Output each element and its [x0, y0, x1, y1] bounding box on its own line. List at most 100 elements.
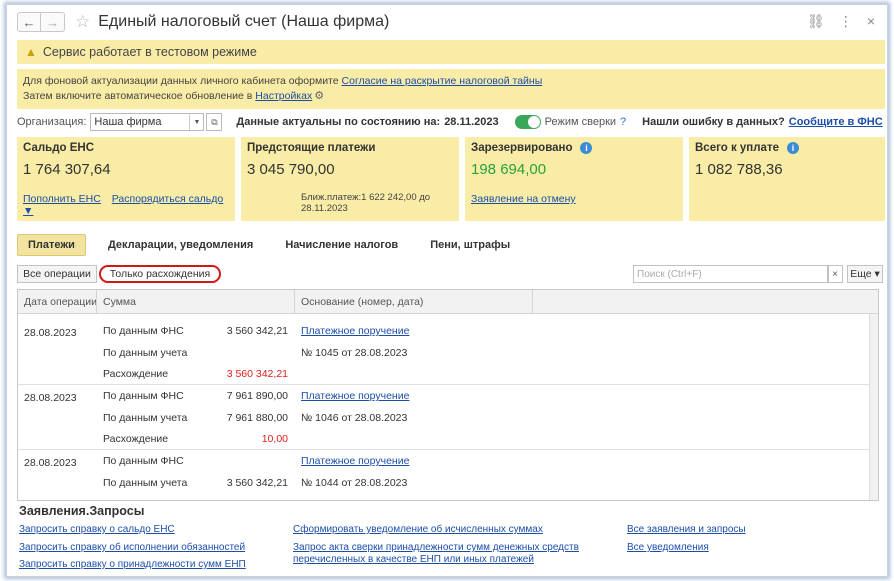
- test-mode-banner: ▲ Сервис работает в тестовом режиме: [17, 40, 885, 64]
- only-discrepancies-button[interactable]: Только расхождения: [99, 265, 221, 283]
- total-title-row: Всего к уплате i: [695, 142, 879, 154]
- top-up-link[interactable]: Пополнить ЕНС: [23, 193, 101, 205]
- row-line: По данным ФНС 3 560 342,21: [103, 325, 288, 339]
- nearest-payment-note: Ближ.платеж:1 622 242,00 до 28.11.2023: [301, 192, 431, 214]
- col-separator: [532, 290, 533, 314]
- line-amount: 7 961 890,00: [226, 390, 288, 402]
- line-amount: 3 560 342,21: [226, 477, 288, 489]
- org-label: Организация:: [17, 116, 87, 128]
- more-button[interactable]: Еще ▾: [847, 265, 883, 283]
- upcoming-card: Предстоящие платежи 3 045 790,00 Ближ.пл…: [241, 137, 459, 221]
- form-notification-link[interactable]: Сформировать уведомление об исчисленных …: [293, 524, 543, 536]
- filter-row: Все операции Только расхождения Поиск (C…: [17, 263, 883, 285]
- reconcile-toggle[interactable]: [514, 115, 541, 129]
- info-text-2: Затем включите автоматическое обновление…: [23, 90, 253, 102]
- discrepancy-amount: 3 560 342,21: [226, 368, 288, 380]
- star-icon[interactable]: ☆: [75, 12, 90, 32]
- row-line: Расхождение 10,00: [103, 433, 288, 447]
- report-fns-link[interactable]: Сообщите в ФНС: [789, 116, 883, 128]
- balance-value: 1 764 307,64: [23, 161, 111, 178]
- tab-tax-accrual[interactable]: Начисление налогов: [275, 235, 408, 255]
- row-date: 28.08.2023: [24, 392, 77, 404]
- open-org-button[interactable]: ⧉: [206, 113, 223, 131]
- reconciliation-request: Запрос акта сверки принадлежности сумм д…: [293, 542, 579, 566]
- line-amount: 3 560 342,21: [226, 325, 288, 337]
- row-line: По данным учета 7 961 880,00: [103, 412, 288, 426]
- all-notifications-link[interactable]: Все уведомления: [627, 542, 709, 554]
- settings-link[interactable]: Настройках: [255, 90, 312, 102]
- cancel-request-link[interactable]: Заявление на отмену: [471, 193, 576, 205]
- clear-search-button[interactable]: ×: [827, 265, 843, 283]
- payment-order-link[interactable]: Платежное поручение: [301, 325, 409, 337]
- title-actions: ⛓ ⋮ ×: [807, 13, 875, 30]
- payment-order-number: № 1045 от 28.08.2023: [301, 347, 408, 359]
- tab-penalties[interactable]: Пени, штрафы: [420, 235, 520, 255]
- reconciliation-request-link-2[interactable]: перечисленных в качестве ЕНП или иных пл…: [293, 554, 534, 565]
- all-requests-link[interactable]: Все заявления и запросы: [627, 524, 746, 536]
- line-label: По данным учета: [103, 477, 188, 489]
- reserved-card: Зарезервировано i 198 694,00 Заявление на…: [465, 137, 683, 221]
- organization-row: Организация: Наша фирма ▼ ⧉ Данные актуа…: [17, 111, 885, 133]
- balance-certificate-link[interactable]: Запросить справку о сальдо ЕНС: [19, 524, 175, 536]
- table-row[interactable]: 28.08.2023 По данным ФНС 7 961 890,00 Пла…: [18, 385, 878, 450]
- line-label: По данным учета: [103, 347, 188, 359]
- menu-icon[interactable]: ⋮: [839, 13, 853, 30]
- payments-table: Дата операции Сумма Основание (номер, да…: [17, 289, 879, 501]
- info-icon[interactable]: i: [786, 142, 799, 154]
- tab-declarations[interactable]: Декларации, уведомления: [98, 235, 263, 255]
- table-row[interactable]: 28.08.2023 По данным ФНС 3 560 342,21 Пла…: [18, 320, 878, 385]
- line-label: По данным ФНС: [103, 455, 184, 467]
- payment-order-number: № 1044 от 28.08.2023: [301, 477, 408, 489]
- balance-card: Сальдо ЕНС 1 764 307,64 Пополнить ЕНС Ра…: [17, 137, 235, 221]
- chevron-down-icon[interactable]: ▼: [189, 114, 203, 130]
- col-date[interactable]: Дата операции: [24, 296, 97, 308]
- row-date: 28.08.2023: [24, 327, 77, 339]
- close-icon[interactable]: ×: [867, 13, 875, 30]
- reserved-links: Заявление на отмену: [471, 193, 576, 205]
- info-text-1: Для фоновой актуализации данных личного …: [23, 75, 339, 87]
- obligations-certificate-link[interactable]: Запросить справку об исполнении обязанно…: [19, 542, 245, 554]
- row-line: По данным ФНС 7 961 890,00: [103, 390, 288, 404]
- table-scrollbar[interactable]: [869, 314, 878, 500]
- info-banner: Для фоновой актуализации данных личного …: [17, 69, 885, 109]
- col-separator: [96, 290, 97, 314]
- org-select[interactable]: Наша фирма ▼: [90, 113, 205, 131]
- row-date: 28.08.2023: [24, 457, 77, 469]
- payment-order-link[interactable]: Платежное поручение: [301, 455, 409, 467]
- consent-link[interactable]: Согласие на раскрытие налоговой тайны: [342, 75, 543, 87]
- table-row[interactable]: 28.08.2023 По данным ФНС Платежное поруч…: [18, 450, 878, 500]
- page-title: Единый налоговый счет (Наша фирма): [98, 13, 390, 30]
- gear-icon[interactable]: ⚙: [314, 90, 324, 102]
- line-amount: 7 961 880,00: [226, 412, 288, 424]
- upcoming-value: 3 045 790,00: [247, 161, 335, 178]
- search-input[interactable]: Поиск (Ctrl+F): [633, 265, 829, 283]
- info-icon[interactable]: i: [580, 142, 593, 154]
- payment-order-link[interactable]: Платежное поручение: [301, 390, 409, 402]
- open-icon: ⧉: [211, 116, 218, 127]
- col-separator: [294, 290, 295, 314]
- reserved-title-row: Зарезервировано i: [471, 142, 677, 154]
- total-card: Всего к уплате i 1 082 788,36: [689, 137, 885, 221]
- table-header: Дата операции Сумма Основание (номер, да…: [18, 290, 878, 314]
- back-button[interactable]: ←: [17, 12, 41, 32]
- line-label: По данным ФНС: [103, 390, 184, 402]
- actual-date: 28.11.2023: [444, 116, 499, 128]
- info-line-1: Для фоновой актуализации данных личного …: [23, 74, 885, 89]
- balance-links: Пополнить ЕНС Распорядиться сальдо ▼: [23, 193, 235, 217]
- help-icon[interactable]: ?: [620, 116, 626, 128]
- all-operations-button[interactable]: Все операции: [17, 265, 97, 283]
- actual-label: Данные актуальны по состоянию на:: [236, 116, 441, 128]
- tab-payments[interactable]: Платежи: [17, 234, 86, 256]
- forward-button[interactable]: →: [41, 12, 65, 32]
- requests-title: Заявления.Запросы: [19, 504, 145, 518]
- org-value: Наша фирма: [94, 116, 162, 128]
- row-line: Расхождение 3 560 342,21: [103, 368, 288, 382]
- enp-ownership-certificate-link[interactable]: Запросить справку о принадлежности сумм …: [19, 559, 246, 571]
- col-amount[interactable]: Сумма: [103, 296, 136, 308]
- tabs: Платежи Декларации, уведомления Начислен…: [17, 234, 532, 256]
- reconciliation-request-link-1[interactable]: Запрос акта сверки принадлежности сумм д…: [293, 542, 579, 553]
- row-line: По данным учета 3 560 342,21: [103, 477, 288, 491]
- col-basis[interactable]: Основание (номер, дата): [301, 296, 423, 308]
- row-line: По данным ФНС: [103, 455, 288, 469]
- link-icon[interactable]: ⛓: [807, 13, 825, 30]
